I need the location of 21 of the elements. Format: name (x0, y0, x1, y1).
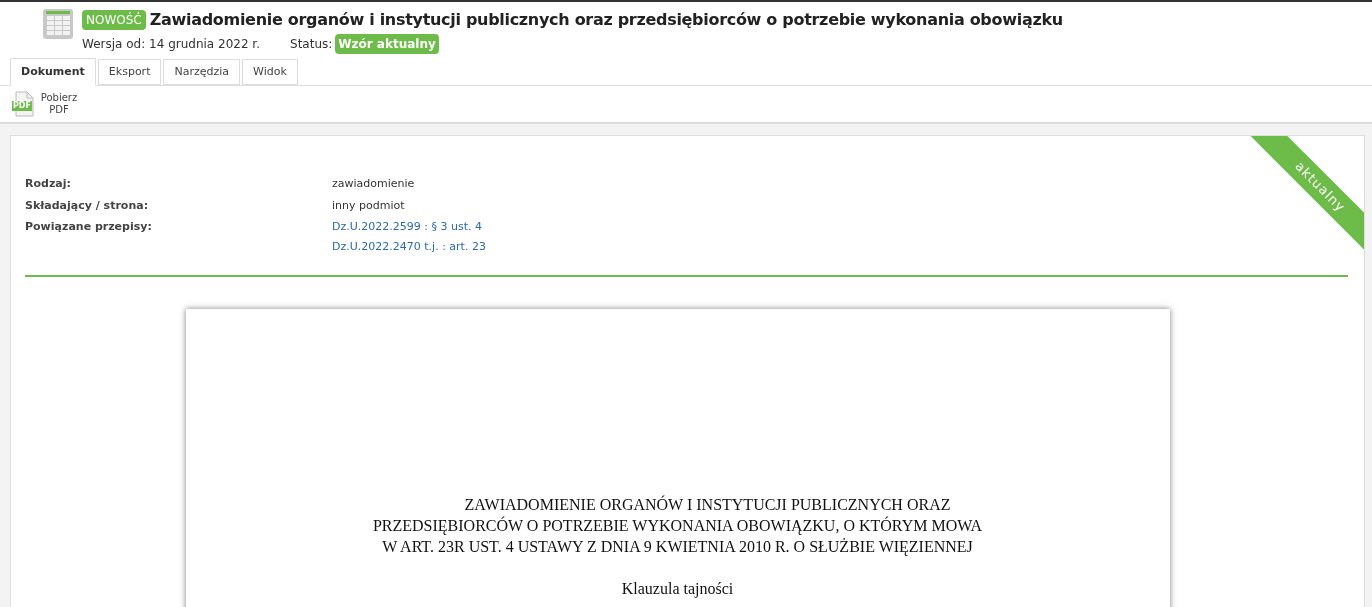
new-badge: NOWOŚĆ (82, 10, 146, 30)
document-heading: ZAWIADOMIENIE ORGANÓW I INSTYTUCJI PUBLICZNYCH ORAZ PRZEDSIĘBIORCÓW O POTRZEBIE WYKONANIA OBOWIĄZKU, O KTÓRYM MOWA W ART. 23R UST. 4 USTAWY Z DNIA 9 KWIETNIA 2010 R. O SŁUŻBIE WIĘZIENNEJ (371, 494, 984, 557)
detail-label: Rodzaj: (25, 176, 72, 192)
tab[interactable]: Dokument (10, 58, 96, 86)
status-label: Status: (290, 36, 333, 53)
status-badge: Wzór aktualny (335, 34, 439, 54)
tab[interactable]: Narzędzia (163, 59, 241, 85)
tab[interactable]: Widok (242, 59, 298, 85)
detail-label: Powiązane przepisy: (25, 219, 153, 235)
detail-label: Składający / strona: (25, 197, 150, 214)
regulation-link[interactable]: Dz.U.2022.2599 : § 3 ust. 4 (332, 219, 486, 236)
detail-value: inny podmiot (332, 197, 405, 214)
download-pdf-button[interactable]: PDF Pobierz PDF (10, 86, 80, 122)
version-date: Wersja od: 14 grudnia 2022 r. (82, 36, 260, 53)
spreadsheet-icon (42, 8, 74, 40)
regulation-link[interactable]: Dz.U.2022.2470 t.j. : art. 23 (332, 238, 486, 255)
tab[interactable]: Eksport (97, 59, 162, 85)
page-title: Zawiadomienie organów i instytucji publicznych oraz przedsiębiorców o potrzebie wykonania obowiązku (149, 9, 1063, 31)
pdf-file-icon: PDF (12, 91, 36, 117)
classification-text: Klauzula tajności (621, 579, 734, 600)
detail-value: zawiadomienie (332, 176, 415, 192)
